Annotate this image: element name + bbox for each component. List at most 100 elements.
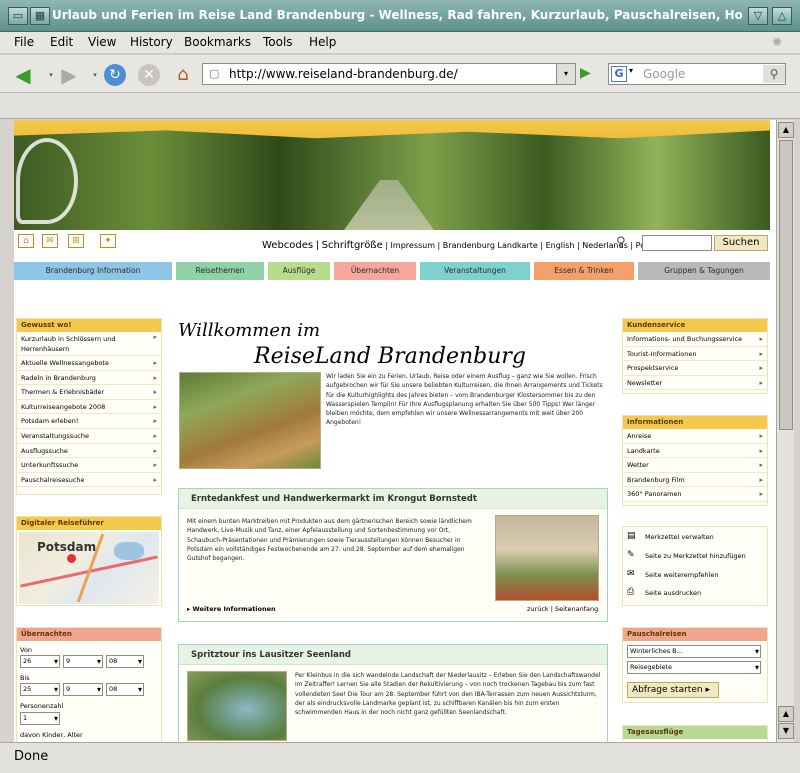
search-engine-dropdown[interactable]: ▾ <box>629 66 633 75</box>
gewusst-item[interactable]: Thermen & Erlebnisbäder <box>17 385 161 400</box>
menu-file[interactable]: File <box>14 35 34 49</box>
personen-label: Personenzahl <box>20 702 64 710</box>
informationen-item[interactable]: Anreise <box>623 429 767 444</box>
maximize-icon[interactable]: △ <box>772 7 792 25</box>
menu-edit[interactable]: Edit <box>50 35 73 49</box>
url-history-dropdown[interactable]: ▾ <box>556 63 576 85</box>
nav-veranstaltungen[interactable]: Veranstaltungen <box>420 262 530 280</box>
vertical-scrollbar[interactable]: ▲ ▲ ▼ <box>776 120 794 742</box>
pauschal-region-select[interactable]: Reisegebiete <box>627 661 761 674</box>
kundenservice-item[interactable]: Tourist-Informationen <box>623 347 767 362</box>
status-text: Done <box>14 749 49 764</box>
scroll-up-icon[interactable]: ▲ <box>778 122 794 138</box>
window-shade-icon[interactable]: ▦ <box>30 7 50 25</box>
von-month-select[interactable]: 9 <box>63 655 103 668</box>
nav-essen-trinken[interactable]: Essen & Trinken <box>534 262 634 280</box>
nav-gruppen-tagungen[interactable]: Gruppen & Tagungen <box>638 262 770 280</box>
map-marker-icon <box>67 554 76 563</box>
kundenservice-box: Kundenservice Informations- und Buchungs… <box>622 318 768 394</box>
gewusst-item[interactable]: Kulturreiseangebote 2008 <box>17 400 161 415</box>
informationen-item[interactable]: Wetter <box>623 458 767 473</box>
home-icon[interactable]: ⌂ <box>18 234 34 248</box>
gewusst-item[interactable]: Kurzurlaub in Schlössern und Herrenhäuse… <box>17 332 161 356</box>
gewusst-item[interactable]: Radeln in Brandenburg <box>17 371 161 386</box>
news-title[interactable]: Erntedankfest und Handwerkermarkt im Kro… <box>179 489 607 509</box>
merkzettel-link[interactable]: Seite weiterempfehlen <box>645 571 719 579</box>
bis-year-select[interactable]: 08 <box>106 683 144 696</box>
informationen-item[interactable]: Landkarte <box>623 444 767 459</box>
forward-icon[interactable]: ▶ <box>58 64 80 86</box>
bis-month-select[interactable]: 9 <box>63 683 103 696</box>
webcodes-link[interactable]: Webcodes <box>262 240 313 251</box>
reisefuehrer-title: Digitaler Reiseführer <box>17 517 161 530</box>
font-size-link[interactable]: Schriftgröße <box>322 240 383 251</box>
window-menu-icon[interactable]: ▭ <box>8 7 28 25</box>
gewusst-item[interactable]: Ausflugssuche <box>17 444 161 459</box>
stop-icon[interactable]: ✕ <box>138 64 160 86</box>
forward-dropdown-icon[interactable]: ▾ <box>84 64 106 86</box>
gewusst-wo-box: Gewusst wo! Kurzurlaub in Schlössern und… <box>16 318 162 495</box>
menu-help[interactable]: Help <box>309 35 336 49</box>
nav-brandenburg-information[interactable]: Brandenburg Information <box>14 262 172 280</box>
mail-icon[interactable]: ✉ <box>42 234 58 248</box>
bis-day-select[interactable]: 25 <box>20 683 60 696</box>
url-bar[interactable]: ▢ http://www.reiseland-brandenburg.de/ <box>202 63 576 85</box>
minimize-icon[interactable]: ▽ <box>748 7 768 25</box>
merkzettel-link[interactable]: Seite ausdrucken <box>645 589 701 597</box>
site-search-input[interactable] <box>642 235 712 251</box>
back-top-links[interactable]: zurück | Seitenanfang <box>527 605 598 613</box>
page-content: Gewusst wo! Kurzurlaub in Schlössern und… <box>14 282 770 742</box>
site-toolbar: ⌂ ✉ ⊞ ✦ Webcodes | Schriftgröße | Impres… <box>14 232 770 260</box>
back-icon[interactable]: ◀ <box>12 64 34 86</box>
nav-ausfluege[interactable]: Ausflüge <box>268 262 330 280</box>
kundenservice-item[interactable]: Newsletter <box>623 376 767 391</box>
von-day-select[interactable]: 26 <box>20 655 60 668</box>
menu-view[interactable]: View <box>88 35 116 49</box>
abfrage-button[interactable]: Abfrage starten ▸ <box>627 682 719 698</box>
gewusst-item[interactable]: Veranstaltungssuche <box>17 429 161 444</box>
merkzettel-link[interactable]: Seite zu Merkzettel hinzufügen <box>645 552 746 560</box>
separator: | <box>315 240 320 251</box>
menu-tools[interactable]: Tools <box>263 35 293 49</box>
von-year-select[interactable]: 08 <box>106 655 144 668</box>
news-text: Per Kleinbus in die sich wandelnde Lands… <box>295 672 601 717</box>
map-icon[interactable]: ✦ <box>100 234 116 248</box>
reload-icon[interactable]: ↻ <box>104 64 126 86</box>
scroll-thumb[interactable] <box>779 140 793 430</box>
informationen-item[interactable]: Brandenburg Film <box>623 473 767 488</box>
nav-uebernachten[interactable]: Übernachten <box>334 262 416 280</box>
mini-map[interactable]: Potsdam <box>19 532 159 604</box>
home-icon[interactable]: ⌂ <box>172 64 194 86</box>
tagesausfluege-title: Tagesausflüge <box>623 726 767 739</box>
pauschalreisen-box: Pauschalreisen Winterliches B... Reisege… <box>622 627 768 703</box>
site-logo[interactable] <box>16 138 78 224</box>
web-page-viewport[interactable]: ⌂ ✉ ⊞ ✦ Webcodes | Schriftgröße | Impres… <box>14 120 776 742</box>
sitemap-icon[interactable]: ⊞ <box>68 234 84 248</box>
go-icon[interactable]: ▶ <box>580 65 591 81</box>
personen-select[interactable]: 1 <box>20 712 60 725</box>
search-input[interactable]: Google <box>643 67 685 81</box>
nav-reisethemen[interactable]: Reisethemen <box>176 262 264 280</box>
news-title[interactable]: Spritztour ins Lausitzer Seenland <box>179 645 607 665</box>
merkzettel-link[interactable]: Merkzettel verwalten <box>645 533 714 541</box>
uebernachten-box: Übernachten Von 26 9 08 Bis 25 9 08 Pers… <box>16 627 162 742</box>
reisefuehrer-box: Digitaler Reiseführer Potsdam <box>16 516 162 606</box>
scroll-up-icon[interactable]: ▲ <box>778 706 794 722</box>
gewusst-item[interactable]: Pauschalreisesuche <box>17 473 161 488</box>
menu-history[interactable]: History <box>130 35 173 49</box>
scroll-down-icon[interactable]: ▼ <box>778 723 794 739</box>
more-info-link[interactable]: ▸ Weitere Informationen <box>187 605 276 613</box>
search-icon[interactable]: ⚲ <box>763 65 785 83</box>
menu-bookmarks[interactable]: Bookmarks <box>184 35 251 49</box>
gewusst-item[interactable]: Unterkunftssuche <box>17 458 161 473</box>
gewusst-item[interactable]: Potsdam erleben! <box>17 414 161 429</box>
kundenservice-item[interactable]: Prospektservice <box>623 361 767 376</box>
search-bar[interactable]: G ▾ Google ⚲ <box>608 63 786 85</box>
informationen-item[interactable]: 360° Panoramen <box>623 487 767 502</box>
gewusst-item[interactable]: Aktuelle Wellnessangebote <box>17 356 161 371</box>
site-search-button[interactable]: Suchen <box>714 235 768 251</box>
kundenservice-item[interactable]: Informations- und Buchungsservice <box>623 332 767 347</box>
kinder-label: davon Kinder, Alter <box>20 731 83 739</box>
search-engine-icon[interactable]: G <box>611 66 627 82</box>
pauschal-theme-select[interactable]: Winterliches B... <box>627 645 761 658</box>
